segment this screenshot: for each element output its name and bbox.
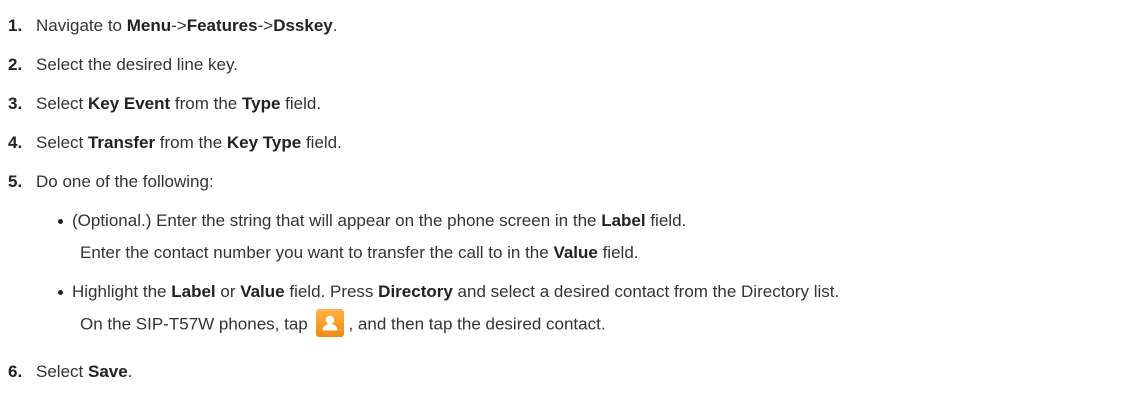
step-3: 3. Select Key Event from the Type field.: [8, 91, 321, 117]
bullet-text: field. Press: [284, 282, 379, 301]
step-text: from the: [170, 94, 242, 113]
step-text: Select: [36, 133, 88, 152]
bullet-text: On the SIP-T57W phones, tap: [80, 314, 313, 334]
step-1: 1. Navigate to Menu->Features->Dsskey.: [8, 13, 337, 39]
label-term: Label: [171, 282, 216, 301]
bullet-text: field.: [597, 243, 639, 262]
contact-icon: [316, 309, 345, 337]
step-4: 4. Select Transfer from the Key Type fiel…: [8, 130, 342, 156]
step-text: Select the desired line key.: [36, 55, 238, 74]
value-term: Value: [240, 282, 285, 301]
step-number: 5.: [8, 172, 23, 191]
bullet-dot: [58, 290, 63, 295]
bullet-text: Highlight the: [72, 282, 172, 301]
step-text: Do one of the following:: [36, 172, 214, 191]
bullet-item-highlight: Highlight the Label or Value field. Pres…: [58, 279, 840, 305]
type-term: Type: [242, 94, 281, 113]
dsskey-term: Dsskey: [273, 16, 333, 35]
menu-term: Menu: [126, 16, 172, 35]
step-number: 2.: [8, 55, 23, 74]
label-term: Label: [601, 211, 646, 230]
step-text: Navigate to: [36, 16, 127, 35]
step-6: 6. Select Save.: [8, 359, 132, 385]
step-text: .: [127, 362, 133, 381]
value-term: Value: [553, 243, 598, 262]
arrow-separator: ->: [171, 16, 187, 35]
bullet-dot: [58, 219, 63, 224]
bullet-text: (Optional.) Enter the string that will a…: [72, 211, 602, 230]
arrow-separator: ->: [257, 16, 274, 35]
step-number: 1.: [8, 16, 23, 35]
step-text: from the: [155, 133, 227, 152]
step-text: Select: [36, 362, 88, 381]
step-text: Select: [36, 94, 88, 113]
bullet-continuation: On the SIP-T57W phones, tap , and then t…: [80, 309, 606, 339]
bullet-text: field.: [645, 211, 687, 230]
bullet-text: , and then tap the desired contact.: [348, 314, 606, 334]
key-type-term: Key Type: [226, 133, 302, 152]
step-2: 2. Select the desired line key.: [8, 52, 238, 78]
step-number: 4.: [8, 133, 23, 152]
step-text: field.: [301, 133, 342, 152]
bullet-text: or: [215, 282, 241, 301]
directory-term: Directory: [378, 282, 453, 301]
save-term: Save: [87, 362, 128, 381]
key-event-term: Key Event: [87, 94, 171, 113]
transfer-term: Transfer: [87, 133, 156, 152]
bullet-item-optional: (Optional.) Enter the string that will a…: [58, 208, 687, 234]
step-text: .: [332, 16, 338, 35]
bullet-text: Enter the contact number you want to tra…: [80, 243, 554, 262]
step-5: 5. Do one of the following:: [8, 169, 214, 195]
features-term: Features: [186, 16, 258, 35]
bullet-text: and select a desired contact from the Di…: [452, 282, 840, 301]
step-number: 6.: [8, 362, 23, 381]
step-number: 3.: [8, 94, 23, 113]
instruction-document: 1. Navigate to Menu->Features->Dsskey. 2.…: [0, 0, 1141, 403]
bullet-continuation: Enter the contact number you want to tra…: [80, 240, 639, 266]
step-text: field.: [280, 94, 322, 113]
